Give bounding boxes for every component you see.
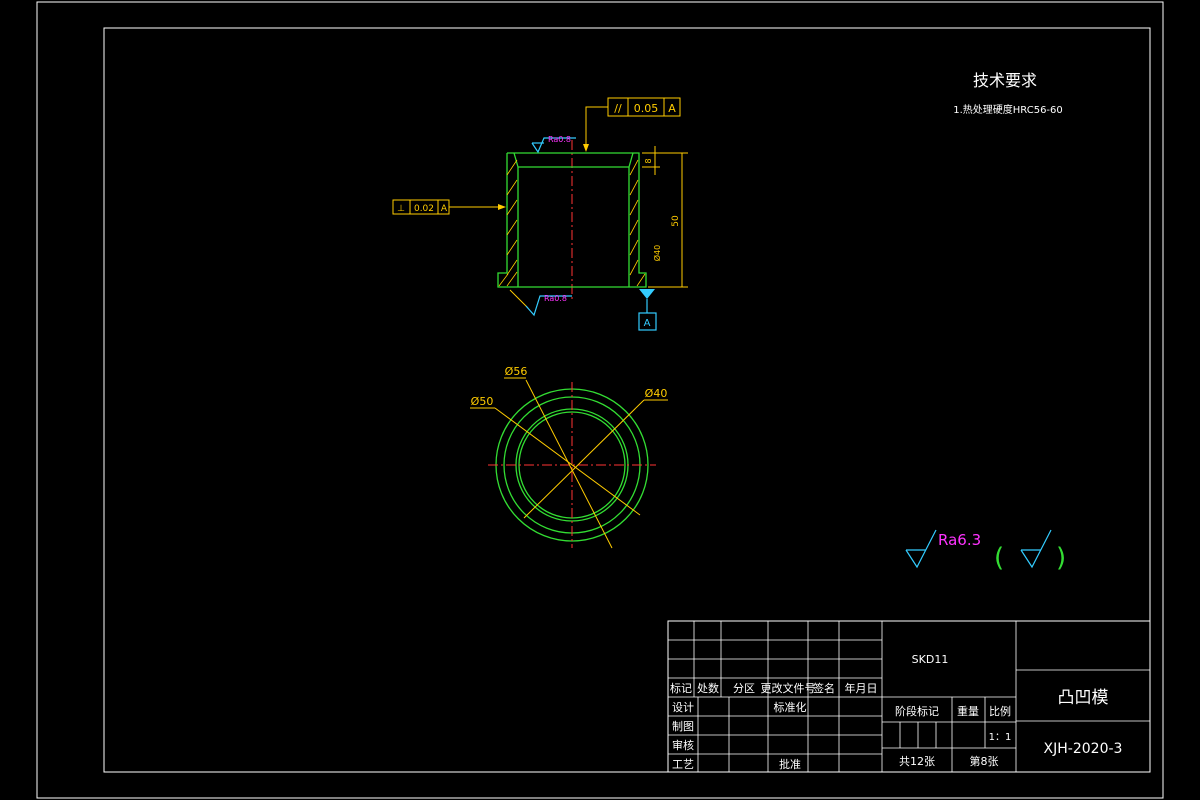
- roughness-bottom-symbol: Ra0.8: [509, 289, 572, 317]
- paren-close: ): [1056, 543, 1066, 573]
- tb-header-signature: 签名: [813, 681, 835, 695]
- tb-standardization: 标准化: [774, 700, 807, 714]
- flange-height-text: 8: [644, 158, 653, 163]
- general-roughness: Ra6.3 ( ): [905, 529, 1066, 573]
- tech-requirements-title: 技术要求: [973, 71, 1037, 90]
- side-diameter-text: Ø40: [652, 245, 662, 261]
- dia40-text: Ø40: [645, 387, 668, 400]
- dia56-leader: [525, 379, 613, 549]
- tb-header-date: 年月日: [845, 681, 878, 695]
- tb-header-change-doc: 更改文件号: [761, 681, 816, 695]
- datum-a-label: A: [644, 318, 651, 329]
- general-roughness-text: Ra6.3: [938, 531, 981, 549]
- tb-scale-value: 1：1: [989, 732, 1012, 743]
- tb-process: 工艺: [672, 758, 694, 771]
- dimension-flange-height: 8: [642, 146, 660, 175]
- section-view: // 0.05 A ⊥ 0.02 A Ra0.8 Ra0.8 8 50 Ø40 …: [392, 97, 688, 331]
- perpendicularity-tolerance-frame: ⊥ 0.02 A: [392, 199, 506, 215]
- tb-header-count: 处数: [697, 682, 719, 695]
- outer-frame: [36, 1, 1164, 799]
- parallel-datum: A: [668, 102, 676, 115]
- dimension-total-height: 50: [646, 152, 688, 288]
- total-height-text: 50: [671, 215, 681, 227]
- bore-left-chamfer: [513, 152, 519, 168]
- tb-scale: 比例: [989, 704, 1011, 718]
- perp-value: 0.02: [414, 204, 434, 214]
- hatch-right: [629, 159, 646, 287]
- roughness-bottom-text: Ra0.8: [544, 294, 567, 303]
- roughness-top-symbol: Ra0.8: [531, 135, 576, 154]
- datum-a-marker: A: [638, 289, 657, 331]
- tech-requirements-item1: 1.热处理硬度HRC56-60: [953, 103, 1063, 116]
- tb-material: SKD11: [912, 653, 949, 666]
- tb-drawing: 制图: [672, 720, 694, 733]
- dia50-text: Ø50: [471, 395, 494, 408]
- tb-stage-mark: 阶段标记: [895, 704, 939, 718]
- cad-drawing-canvas: 技术要求 1.热处理硬度HRC56-60 // 0.05 A ⊥ 0.02 A …: [36, 1, 1164, 799]
- tb-weight: 重量: [957, 704, 979, 718]
- roughness-top-text: Ra0.8: [548, 135, 571, 144]
- tb-approve: 批准: [779, 757, 801, 771]
- hatch-left: [498, 159, 518, 287]
- perp-datum: A: [441, 204, 448, 214]
- tb-header-zone: 分区: [733, 682, 755, 695]
- tb-total-sheets: 共12张: [899, 755, 935, 768]
- tb-sheet-no: 第8张: [970, 754, 999, 768]
- parallelism-tolerance-frame: // 0.05 A: [583, 97, 681, 152]
- perp-leader-arrow: [498, 204, 506, 210]
- perp-symbol: ⊥: [397, 204, 405, 214]
- parallel-leader-arrow: [583, 144, 589, 152]
- tb-design: 设计: [672, 701, 694, 714]
- parallel-value: 0.05: [634, 102, 659, 115]
- inner-frame: [103, 27, 1151, 773]
- tb-drawing-no: XJH-2020-3: [1044, 741, 1123, 757]
- tb-part-name: 凸凹模: [1058, 688, 1109, 708]
- dia56-text: Ø56: [505, 365, 528, 378]
- parallel-symbol: //: [614, 102, 622, 115]
- bore-right-chamfer: [628, 152, 634, 168]
- title-block: 标记 处数 分区 更改文件号 签名 年月日 设计 标准化 制图 审核 工艺 批准…: [667, 620, 1151, 773]
- paren-open: (: [994, 543, 1004, 573]
- top-view: Ø56 Ø50 Ø40: [470, 365, 668, 549]
- tb-review: 审核: [672, 738, 694, 752]
- tb-header-mark: 标记: [670, 681, 692, 695]
